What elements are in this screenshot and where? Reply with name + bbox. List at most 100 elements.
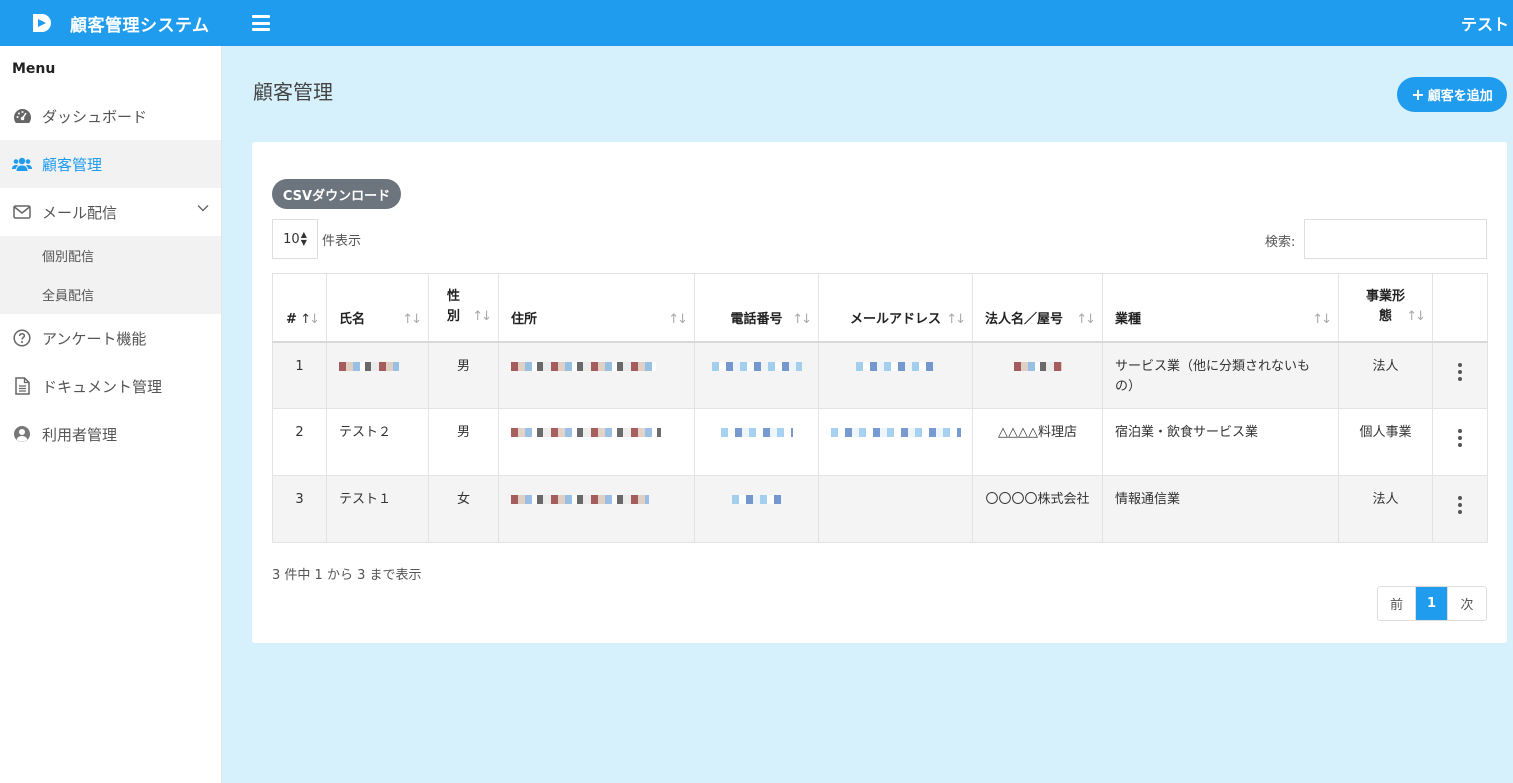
sidebar-item-dashboard[interactable]: ダッシュボード	[0, 92, 221, 140]
user-circle-icon	[12, 424, 32, 444]
cell-address	[498, 408, 695, 476]
sidebar-item-customers[interactable]: 顧客管理	[0, 140, 221, 188]
cell-actions	[1432, 475, 1488, 543]
cell-name: テスト１	[326, 475, 429, 543]
sort-icon: ↑↓	[472, 308, 492, 324]
csv-download-button[interactable]: CSVダウンロード	[272, 179, 401, 209]
select-arrows-icon: ▲ ▼	[300, 230, 307, 247]
cell-phone	[694, 408, 819, 476]
redacted-text	[831, 428, 961, 437]
mail-sub-menu: 個別配信 全員配信	[0, 236, 221, 314]
cell-gender: 男	[428, 408, 499, 476]
cell-company: △△△△料理店	[972, 408, 1103, 476]
cell-business-type: 法人	[1338, 341, 1433, 409]
redacted-text	[720, 428, 793, 437]
column-header-phone[interactable]: 電話番号 ↑↓	[694, 273, 819, 343]
redacted-text	[731, 495, 782, 504]
cell-phone	[694, 341, 819, 409]
cell-no: 1	[272, 341, 327, 409]
cell-industry: サービス業（他に分類されないもの）	[1102, 341, 1339, 409]
redacted-text	[511, 495, 649, 504]
cell-business-type: 個人事業	[1338, 408, 1433, 476]
brand[interactable]: 顧客管理システム	[0, 11, 222, 36]
sort-icon: ↑↓	[300, 311, 320, 327]
column-header-name[interactable]: 氏名 ↑↓	[326, 273, 429, 343]
top-bar: 顧客管理システム テスト	[0, 0, 1513, 46]
cell-name	[326, 341, 429, 409]
redacted-text	[711, 361, 802, 371]
row-menu-icon[interactable]	[1445, 423, 1475, 447]
column-header-business-type[interactable]: 事業形態 ↑↓	[1338, 273, 1433, 343]
sidebar-item-label: 利用者管理	[42, 425, 118, 444]
search-label: 検索:	[1265, 235, 1296, 250]
dashboard-icon	[12, 106, 32, 126]
sidebar-subitem-all[interactable]: 全員配信	[0, 275, 221, 314]
cell-phone	[694, 475, 819, 543]
pagination: 前 1 次	[1377, 586, 1487, 621]
page-length-value: 10	[283, 231, 300, 247]
cell-gender: 男	[428, 341, 499, 409]
sidebar-item-documents[interactable]: ドキュメント管理	[0, 362, 221, 410]
sidebar-item-users[interactable]: 利用者管理	[0, 410, 221, 458]
cell-name: テスト２	[326, 408, 429, 476]
customer-table: # ↑↓ 氏名 ↑↓ 性別 ↑↓ 住所 ↑↓ 電話番号 ↑↓ メールアドレス ↑…	[272, 273, 1488, 543]
cell-address	[498, 475, 695, 543]
redacted-text	[511, 361, 656, 371]
pagination-prev[interactable]: 前	[1378, 587, 1416, 620]
cell-business-type: 法人	[1338, 475, 1433, 543]
search-input[interactable]	[1304, 219, 1487, 259]
page-length-select[interactable]: 10 ▲ ▼	[272, 219, 318, 259]
table-info: 3 件中 1 から 3 まで表示	[272, 568, 422, 583]
cell-company: 〇〇〇〇株式会社	[972, 475, 1103, 543]
sort-icon: ↑↓	[792, 311, 812, 327]
cell-gender: 女	[428, 475, 499, 543]
row-menu-icon[interactable]	[1445, 357, 1475, 381]
column-header-company[interactable]: 法人名／屋号 ↑↓	[972, 273, 1103, 343]
sidebar-item-label: メール配信	[42, 203, 118, 222]
cell-industry: 宿泊業・飲食サービス業	[1102, 408, 1339, 476]
sidebar-item-label: 顧客管理	[42, 155, 103, 174]
cell-no: 2	[272, 408, 327, 476]
cell-email	[818, 475, 973, 543]
sidebar-subitem-individual[interactable]: 個別配信	[0, 236, 221, 275]
cell-industry: 情報通信業	[1102, 475, 1339, 543]
sidebar-item-survey[interactable]: アンケート機能	[0, 314, 221, 362]
column-header-address[interactable]: 住所 ↑↓	[498, 273, 695, 343]
column-header-industry[interactable]: 業種 ↑↓	[1102, 273, 1339, 343]
document-icon	[12, 376, 32, 396]
user-menu[interactable]: テスト	[1461, 11, 1509, 35]
sort-icon: ↑↓	[1406, 308, 1426, 324]
table-row: 1 男 サービス業（他に分類されないもの） 法人	[272, 341, 1488, 409]
cell-actions	[1432, 408, 1488, 476]
table-row: 3 テスト１ 女 〇〇〇〇株式会社 情報通信業 法人	[272, 475, 1488, 543]
cell-no: 3	[272, 475, 327, 543]
plus-icon: +	[1411, 85, 1425, 104]
page-length-label: 件表示	[322, 234, 362, 249]
hamburger-menu-icon[interactable]	[252, 15, 270, 31]
chevron-down-icon	[197, 205, 209, 212]
sort-icon: ↑↓	[1312, 311, 1332, 327]
pagination-page-current[interactable]: 1	[1416, 587, 1448, 620]
cell-email	[818, 408, 973, 476]
redacted-text	[1013, 361, 1062, 371]
row-menu-icon[interactable]	[1445, 490, 1475, 514]
redacted-text	[511, 428, 661, 437]
column-header-gender[interactable]: 性別 ↑↓	[428, 273, 499, 343]
app-title: 顧客管理システム	[70, 15, 210, 36]
logo-icon	[33, 14, 51, 32]
add-customer-button[interactable]: + 顧客を追加	[1397, 77, 1507, 112]
cell-address	[498, 341, 695, 409]
sort-icon: ↑↓	[668, 311, 688, 327]
pagination-next[interactable]: 次	[1448, 587, 1486, 620]
menu-title: Menu	[12, 61, 56, 77]
customer-table-card: CSVダウンロード 10 ▲▼ 件表示 検索: # ↑↓ 氏名 ↑↓ 性別 ↑	[252, 142, 1507, 643]
sidebar-item-mail[interactable]: メール配信	[0, 188, 221, 236]
sort-icon: ↑↓	[946, 311, 966, 327]
table-row: 2 テスト２ 男 △△△△料理店 宿泊業・飲食サービス業 個人事業	[272, 408, 1488, 476]
sidebar-item-label: アンケート機能	[42, 329, 147, 348]
column-header-email[interactable]: メールアドレス ↑↓	[818, 273, 973, 343]
page-title: 顧客管理	[253, 80, 333, 104]
add-customer-label: 顧客を追加	[1427, 89, 1493, 104]
column-header-no[interactable]: # ↑↓	[272, 273, 327, 343]
table-header-row: # ↑↓ 氏名 ↑↓ 性別 ↑↓ 住所 ↑↓ 電話番号 ↑↓ メールアドレス ↑…	[272, 273, 1488, 343]
